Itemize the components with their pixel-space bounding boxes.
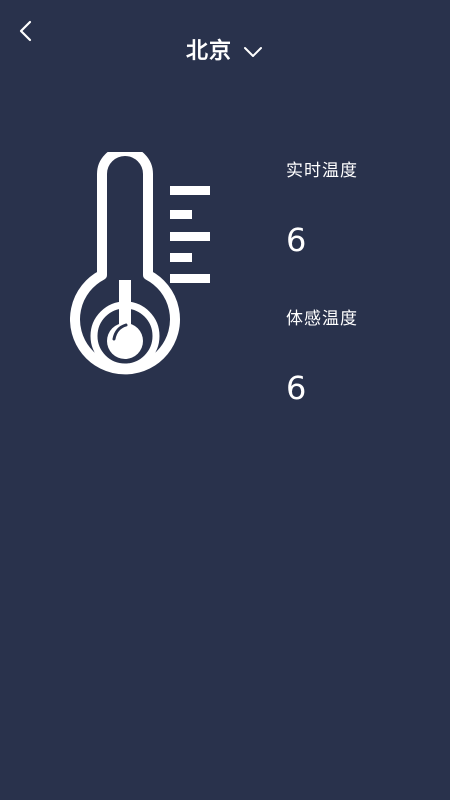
thermometer-illustration xyxy=(70,152,218,400)
city-selector[interactable]: 北京 xyxy=(0,34,450,70)
city-name: 北京 xyxy=(185,39,232,64)
realtime-temperature: 实时温度 6 xyxy=(286,156,436,259)
realtime-temperature-value: 6 xyxy=(286,221,307,259)
chevron-down-icon xyxy=(244,47,262,57)
feels-like-temperature: 体感温度 6 xyxy=(286,304,436,407)
feels-like-temperature-value: 6 xyxy=(286,369,307,407)
thermometer-icon xyxy=(70,152,210,375)
realtime-temperature-label: 实时温度 xyxy=(286,161,358,181)
feels-like-temperature-label: 体感温度 xyxy=(286,309,358,329)
weather-screen: 北京 实时温度 6 体感温度 6 xyxy=(0,0,450,800)
